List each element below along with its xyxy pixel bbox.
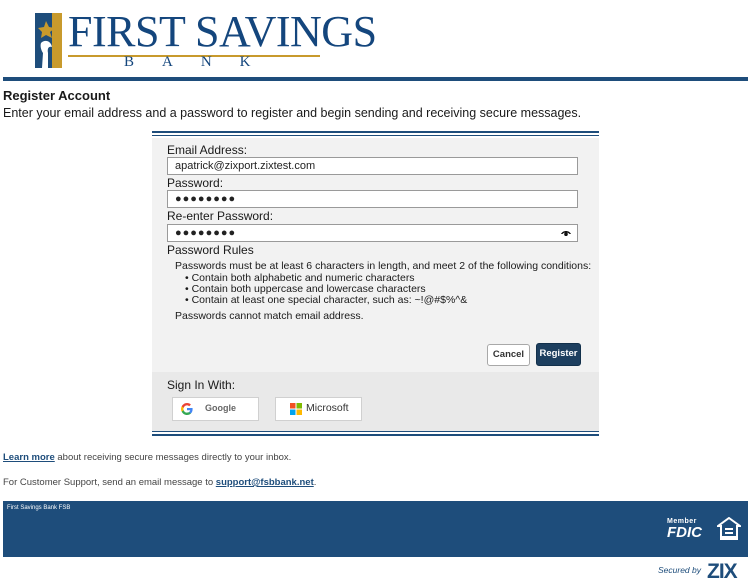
- email-label: Email Address:: [167, 143, 248, 157]
- equal-housing-lender-icon: [717, 517, 741, 540]
- reenter-password-field[interactable]: ●●●●●●●●: [167, 224, 578, 242]
- footer-bar: [3, 501, 748, 557]
- zix-logo: ZIX: [707, 560, 738, 583]
- password-label: Password:: [167, 176, 224, 190]
- support-suffix: .: [313, 477, 317, 488]
- register-button[interactable]: Register: [536, 343, 581, 366]
- learn-more-text: about receiving secure messages directly…: [54, 452, 292, 463]
- card-top-rule: [152, 131, 599, 133]
- email-value: apatrick@zixport.zixtest.com: [175, 160, 316, 172]
- microsoft-sign-in-button[interactable]: Microsoft: [275, 397, 362, 421]
- support-line: For Customer Support, send an email mess…: [3, 477, 316, 488]
- reenter-password-label: Re-enter Password:: [167, 209, 274, 223]
- email-field[interactable]: apatrick@zixport.zixtest.com: [167, 157, 578, 175]
- card-bottom-rule-thin: [152, 431, 599, 432]
- password-field[interactable]: ●●●●●●●●: [167, 190, 578, 208]
- card-bottom-rule: [152, 434, 599, 436]
- password-rules-intro: Passwords must be at least 6 characters …: [175, 260, 592, 272]
- support-text: For Customer Support, send an email mess…: [3, 477, 216, 488]
- google-label: Google: [205, 403, 236, 413]
- page-intro: Enter your email address and a password …: [3, 106, 582, 120]
- eye-icon[interactable]: [561, 229, 571, 237]
- bank-logo-icon: [35, 13, 62, 68]
- reenter-password-mask: ●●●●●●●●: [175, 227, 237, 239]
- bank-name: FIRST SAVINGS: [68, 7, 377, 56]
- google-sign-in-button[interactable]: Google: [172, 397, 259, 421]
- bank-subname: BANK: [124, 54, 279, 70]
- learn-more-link[interactable]: Learn more: [3, 452, 55, 463]
- microsoft-icon: [290, 403, 302, 415]
- card-top-rule-thin: [152, 135, 599, 136]
- microsoft-label: Microsoft: [306, 402, 349, 414]
- password-rules-note: Passwords cannot match email address.: [175, 310, 364, 322]
- learn-more-line: Learn more about receiving secure messag…: [3, 452, 291, 463]
- password-rules-title: Password Rules: [167, 243, 254, 257]
- google-icon: [181, 403, 193, 415]
- sign-in-with-label: Sign In With:: [167, 378, 236, 392]
- header-divider: [3, 77, 748, 81]
- footer-bank-name: First Savings Bank FSB: [7, 505, 71, 511]
- fdic-text: FDIC: [667, 524, 702, 541]
- page-title: Register Account: [3, 88, 111, 103]
- password-rule-item: • Contain at least one special character…: [185, 294, 468, 306]
- secured-by-text: Secured by: [658, 565, 701, 575]
- header: FIRST SAVINGS BANK: [0, 0, 750, 80]
- password-mask: ●●●●●●●●: [175, 193, 237, 205]
- cancel-button[interactable]: Cancel: [487, 344, 530, 366]
- support-email-link[interactable]: support@fsbbank.net: [216, 477, 314, 488]
